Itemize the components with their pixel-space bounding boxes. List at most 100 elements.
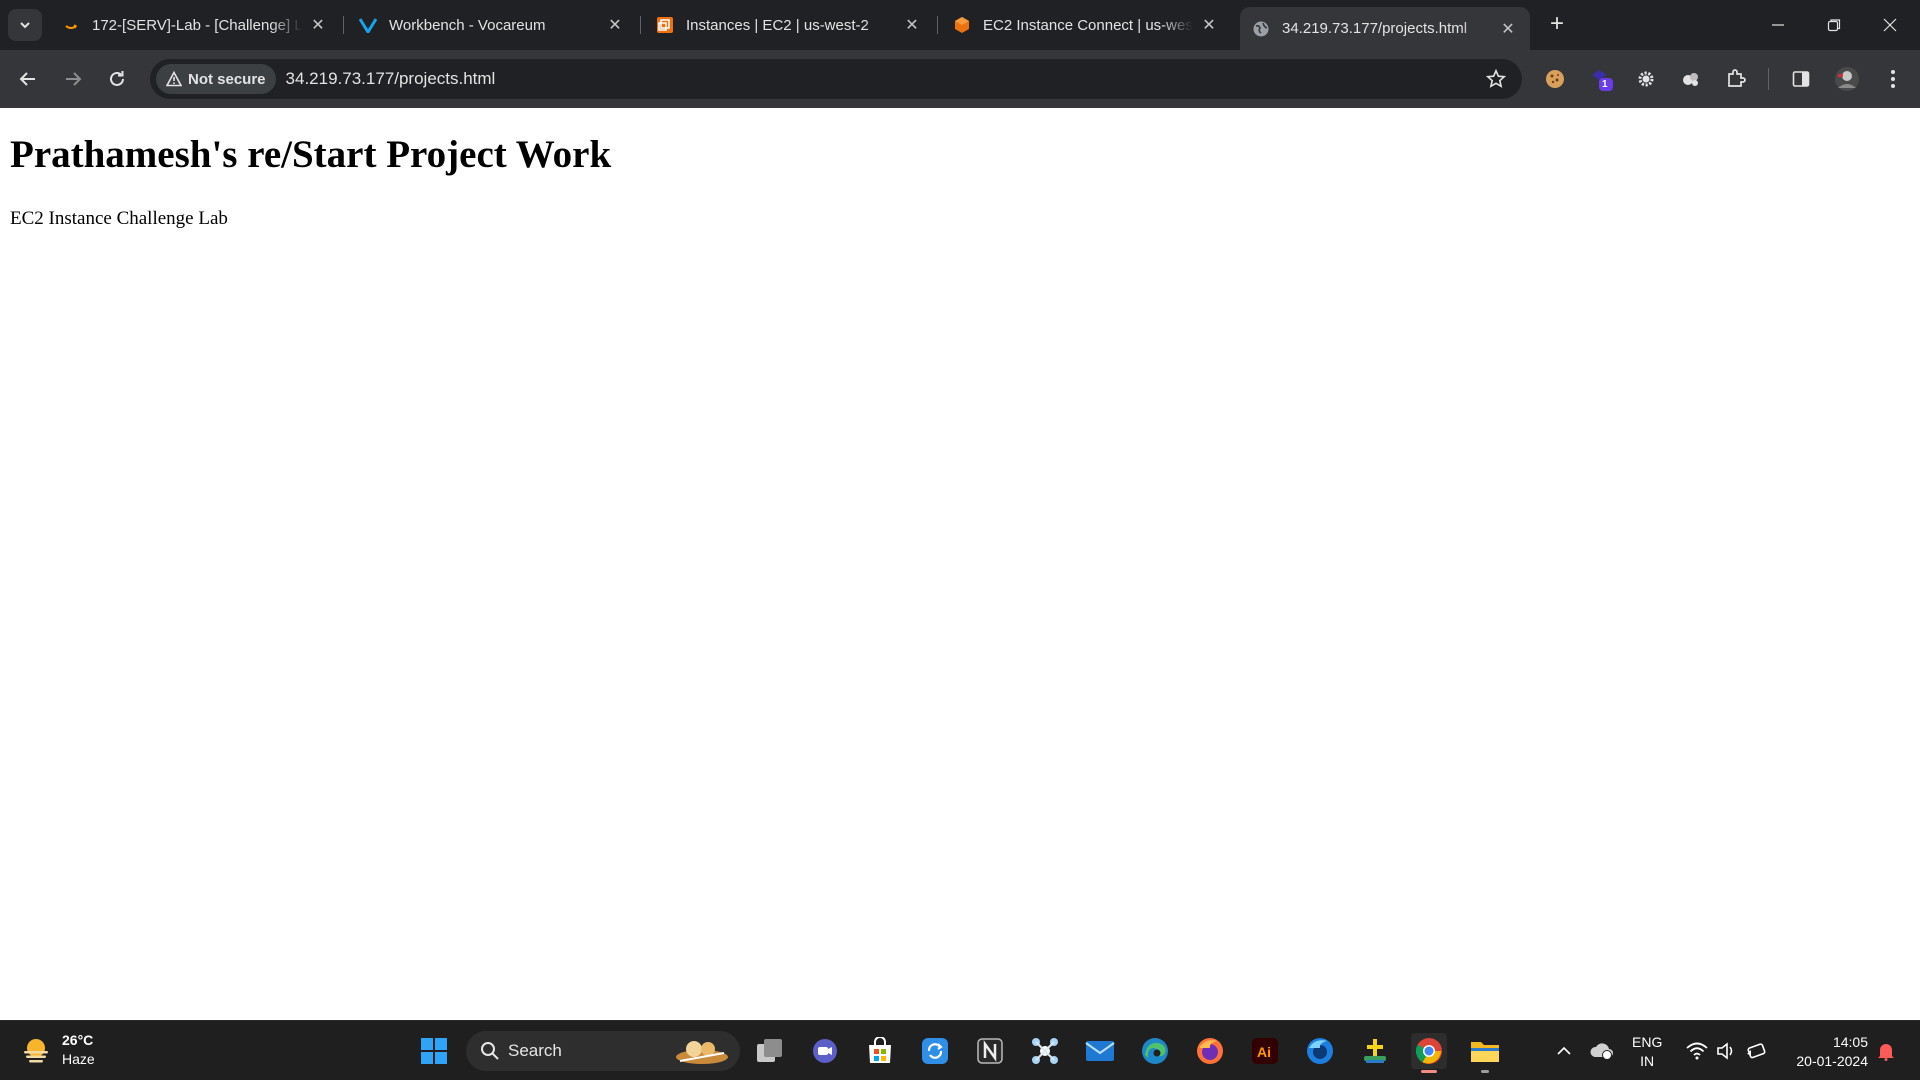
tab-title: 172-[SERV]-Lab - [Challenge] Li [92,16,302,34]
tab-title: EC2 Instance Connect | us-west [983,16,1193,34]
browser-menu-button[interactable] [1879,65,1907,93]
speaker-icon [1717,1042,1733,1060]
tab-title: Workbench - Vocareum [389,16,546,34]
extensions-menu-button[interactable] [1722,65,1750,93]
language-indicator[interactable]: ENG IN [1632,1033,1662,1071]
minimize-icon [1772,24,1784,26]
address-bar[interactable]: Not secure 34.219.73.177/projects.html [150,59,1522,99]
start-button[interactable] [416,1033,452,1069]
side-panel-button[interactable] [1787,65,1815,93]
chevron-up-icon [1557,1046,1571,1055]
taskbar-search[interactable]: Search [466,1031,740,1071]
weather-condition: Haze [62,1051,95,1067]
weather-temperature: 26°C [62,1032,94,1048]
windows-logo-icon [421,1038,447,1064]
tab-lab[interactable]: 172-[SERV]-Lab - [Challenge] Li ✕ [50,7,340,43]
tab-projects-active[interactable]: 34.219.73.177/projects.html ✕ [1240,7,1530,50]
minimize-button[interactable] [1758,10,1798,40]
notion-icon [977,1038,1003,1064]
restore-icon [1827,19,1841,32]
new-tab-button[interactable]: + [1544,12,1570,38]
game-app-button[interactable] [1357,1033,1393,1069]
tab-divider [640,16,641,34]
security-label: Not secure [188,70,266,88]
forward-button[interactable] [59,65,87,93]
close-icon[interactable]: ✕ [1199,15,1219,35]
tab-divider [343,16,344,34]
gear-icon [1638,71,1654,87]
arrow-left-icon [19,72,35,86]
mail-button[interactable] [1082,1033,1118,1069]
warning-icon [166,71,182,87]
reload-button[interactable] [103,65,131,93]
clock-time: 14:05 [1832,1034,1868,1050]
notion-button[interactable] [972,1033,1008,1069]
windows-taskbar: 26°C Haze Search Ai ENG IN 14:05 20-01-2… [0,1020,1920,1080]
chrome-icon [1415,1038,1442,1064]
sync-app-button[interactable] [917,1033,953,1069]
edge-icon [1142,1038,1168,1064]
microsoft-store-icon [869,1037,891,1063]
tab-instance-connect[interactable]: EC2 Instance Connect | us-west ✕ [941,7,1231,43]
tab-vocareum[interactable]: Workbench - Vocareum ✕ [347,7,637,43]
system-clock[interactable]: 14:05 20-01-2024 [1784,1033,1868,1071]
edge-button[interactable] [1137,1033,1173,1069]
firefox-icon [1197,1038,1223,1064]
language-code: ENG [1632,1034,1663,1050]
firefox-button[interactable] [1192,1033,1228,1069]
close-icon [1883,18,1897,32]
tab-divider [937,16,938,34]
language-region: IN [1640,1053,1655,1069]
bell-icon [1878,1044,1894,1061]
task-view-icon [757,1039,782,1062]
arrow-right-icon [66,72,82,86]
firefox-dev-button[interactable] [1302,1033,1338,1069]
close-window-button[interactable] [1870,10,1910,40]
teams-chat-icon [813,1039,837,1063]
chrome-button[interactable] [1411,1033,1447,1073]
page-subtext: EC2 Instance Challenge Lab [10,208,228,229]
tab-ec2-instances[interactable]: Instances | EC2 | us-west-2 ✕ [644,7,934,43]
microsoft-store-button[interactable] [862,1033,898,1069]
kebab-menu-icon [1891,70,1895,88]
tab-search-button[interactable] [8,9,42,41]
sync-app-icon [922,1038,948,1064]
cookie-icon [1546,70,1564,88]
aws-instance-connect-icon [953,16,971,34]
network-app-button[interactable] [1027,1033,1063,1069]
puzzle-cluster-extension-button[interactable] [1677,65,1705,93]
show-hidden-icons-button[interactable] [1552,1039,1576,1063]
profile-avatar-button[interactable] [1833,65,1861,93]
task-view-button[interactable] [752,1033,788,1069]
settings-extension-button[interactable] [1632,65,1660,93]
bookmark-star-button[interactable] [1485,68,1507,94]
teams-chat-button[interactable] [807,1033,843,1069]
wifi-icon [1686,1042,1708,1060]
tab-title: Instances | EC2 | us-west-2 [686,16,869,34]
url-text[interactable]: 34.219.73.177/projects.html [286,69,496,89]
illustrator-button[interactable]: Ai [1247,1033,1283,1069]
cookie-extension-button[interactable] [1541,65,1569,93]
wifi-button[interactable] [1684,1039,1710,1063]
search-highlight-illustration-icon [676,1041,728,1064]
notifications-button[interactable] [1874,1039,1898,1063]
battery-button[interactable] [1744,1039,1768,1063]
adobe-illustrator-icon: Ai [1252,1038,1278,1064]
close-icon[interactable]: ✕ [605,15,625,35]
volume-button[interactable] [1714,1039,1738,1063]
weather-widget[interactable]: 26°C Haze [20,1031,95,1069]
extension-badge-button[interactable]: 1 [1588,65,1616,93]
restore-button[interactable] [1814,10,1854,40]
browser-tab-strip: 172-[SERV]-Lab - [Challenge] Li ✕ Workbe… [0,0,1920,50]
close-icon[interactable]: ✕ [1498,19,1518,39]
security-chip[interactable]: Not secure [156,64,276,94]
vocareum-icon [359,16,377,34]
close-icon[interactable]: ✕ [308,15,328,35]
file-explorer-button[interactable] [1467,1033,1503,1073]
onedrive-tray-button[interactable] [1588,1039,1616,1063]
web-page-content: Prathamesh's re/Start Project Work EC2 I… [0,108,1920,1020]
close-icon[interactable]: ✕ [902,15,922,35]
extension-badge-count: 1 [1602,79,1608,90]
back-button[interactable] [14,65,42,93]
puzzle-icon [1728,69,1746,87]
